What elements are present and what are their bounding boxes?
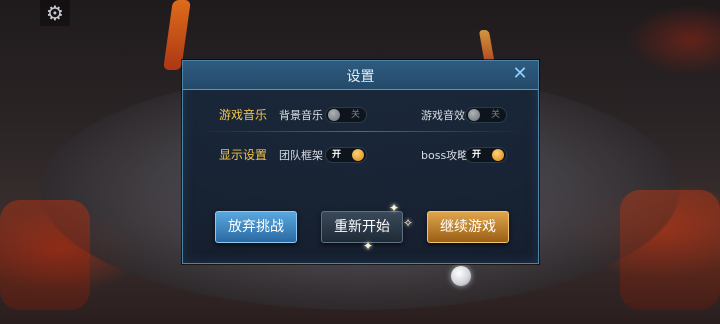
row-label: 游戏音乐 [219, 108, 268, 122]
sparkle-icon: ✦ [389, 201, 400, 215]
option-label-team-frame: 团队框架 [279, 149, 323, 162]
sound-effects-toggle[interactable]: 关 [465, 107, 507, 123]
toggle-knob [468, 109, 480, 121]
close-icon: ✕ [512, 63, 528, 84]
close-button[interactable]: ✕ [510, 64, 530, 84]
sparkle-icon: ✦ [363, 239, 374, 253]
continue-game-button[interactable]: 继续游戏 [427, 211, 509, 243]
toggle-state-text: 关 [490, 110, 500, 120]
option-label-sound-effects: 游戏音效 [421, 109, 465, 122]
settings-row-display: 显示设置 团队框架 开 boss攻略 开 [183, 141, 538, 167]
toggle-knob [328, 109, 340, 121]
toggle-state-text: 开 [472, 150, 482, 160]
lava-pool [620, 190, 720, 310]
team-frame-toggle[interactable]: 开 [325, 147, 367, 163]
joystick-knob-icon[interactable] [451, 266, 471, 286]
toggle-knob [492, 149, 504, 161]
dialog-title: 设置 [346, 69, 375, 85]
bg-music-toggle[interactable]: 关 [325, 107, 367, 123]
option-label-bg-music: 背景音乐 [279, 109, 323, 122]
settings-button[interactable]: ⚙ [40, 0, 70, 26]
settings-dialog: 设置 ✕ 游戏音乐 背景音乐 关 游戏音效 关 显示设置 团队框架 开 boss… [182, 60, 539, 264]
gear-icon: ⚙ [46, 1, 64, 25]
boss-guide-toggle[interactable]: 开 [465, 147, 507, 163]
lava-pool [0, 200, 90, 310]
toggle-knob [352, 149, 364, 161]
sparkle-icon: ✧ [403, 216, 414, 230]
toggle-state-text: 关 [350, 110, 360, 120]
restart-button[interactable]: 重新开始 [321, 211, 403, 243]
abandon-challenge-button[interactable]: 放弃挑战 [215, 211, 297, 243]
dialog-header: 设置 ✕ [183, 61, 538, 90]
settings-row-game-music: 游戏音乐 背景音乐 关 游戏音效 关 [183, 101, 538, 127]
divider [199, 131, 522, 132]
option-label-boss-guide: boss攻略 [421, 149, 469, 162]
row-label: 显示设置 [219, 148, 268, 162]
toggle-state-text: 开 [332, 150, 342, 160]
